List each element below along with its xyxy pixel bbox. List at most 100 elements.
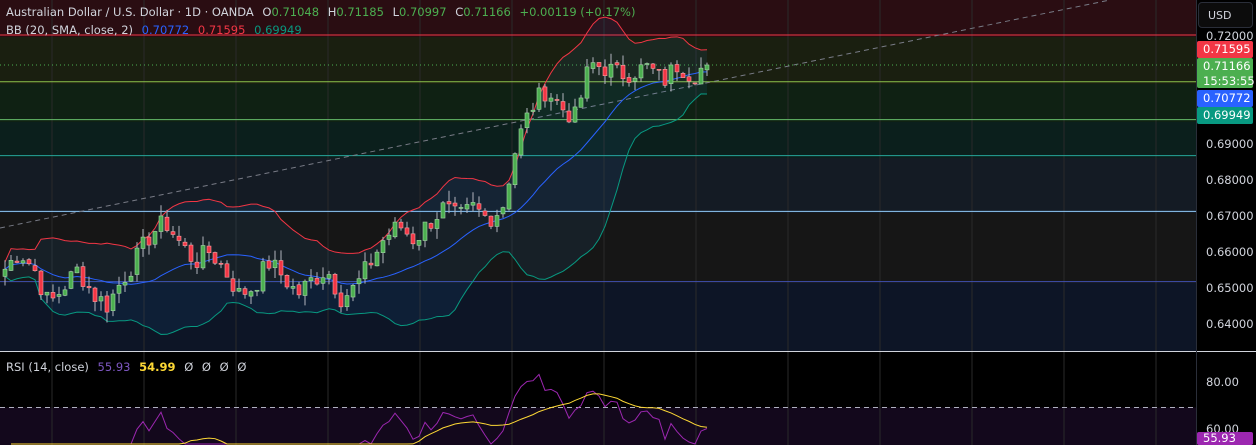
ohlc-low: L0.70997 [393, 5, 447, 19]
candle-down [398, 221, 404, 229]
candle-down [170, 231, 176, 235]
candle-down [278, 260, 284, 276]
candle-up [416, 240, 422, 246]
candle-up [464, 204, 470, 210]
candle-up [110, 293, 116, 312]
candle-down [26, 259, 32, 265]
bb-upper-badge: 0.71595 [1197, 41, 1253, 58]
candle-down [482, 210, 488, 216]
candle-down [560, 101, 566, 111]
candle-down [596, 62, 602, 67]
candle-up [386, 234, 392, 240]
chart-canvas[interactable] [0, 0, 1256, 445]
candle-up [578, 97, 584, 108]
candle-down [656, 69, 662, 71]
price-tick: 0.67000 [1206, 209, 1254, 223]
candle-up [272, 259, 278, 269]
candle-up [458, 207, 464, 209]
bb-basis-value: 0.70772 [141, 23, 190, 37]
candle-up [530, 109, 536, 112]
candle-up [2, 268, 8, 277]
candle-up [308, 277, 314, 282]
ohlc-high: H0.71185 [328, 5, 384, 19]
candle-up [506, 183, 512, 210]
candle-down [242, 288, 248, 295]
last-price-badge: 0.71166 15:53:55 [1197, 58, 1255, 88]
candle-down [206, 245, 212, 254]
rsi-badge: 55.93 [1197, 432, 1253, 445]
candle-up [62, 289, 68, 296]
candle-down [692, 82, 698, 85]
high-value: 0.71185 [336, 5, 384, 19]
candle-up [122, 282, 128, 286]
candle-down [368, 262, 374, 266]
candle-up [236, 288, 242, 292]
candle-up [704, 64, 710, 71]
candle-down [542, 86, 548, 102]
candle-down [230, 278, 236, 292]
candle-down [332, 273, 338, 295]
candle-down [224, 263, 230, 278]
candle-down [266, 260, 272, 269]
candle-down [410, 233, 416, 245]
rsi-empty-value: Ø [237, 360, 247, 374]
candle-up [356, 278, 362, 285]
candle-down [212, 252, 218, 264]
candle-down [164, 216, 170, 231]
ohlc-close: C0.71166 [455, 5, 511, 19]
candle-down [314, 278, 320, 285]
close-value: 0.71166 [463, 5, 511, 19]
candle-up [128, 275, 134, 282]
candle-up [116, 284, 122, 294]
candle-down [620, 65, 626, 80]
candle-down [218, 262, 224, 265]
bb-legend[interactable]: BB (20, SMA, close, 2) 0.70772 0.71595 0… [6, 23, 307, 37]
candle-down [338, 292, 344, 308]
ohlc-open: O0.71048 [262, 5, 319, 19]
candle-up [140, 236, 146, 249]
candle-up [344, 295, 350, 308]
price-tick: 0.66000 [1206, 245, 1254, 259]
candle-up [548, 97, 554, 102]
candle-up [392, 221, 398, 238]
bb-lower-badge: 0.69949 [1197, 107, 1253, 124]
candle-up [638, 64, 644, 79]
candle-down [428, 223, 434, 229]
rsi-tick: 80.00 [1206, 375, 1239, 389]
candle-up [320, 277, 326, 284]
candle-up [362, 261, 368, 280]
candle-up [152, 231, 158, 245]
candle-down [686, 76, 692, 82]
candle-down [194, 261, 200, 268]
candle-up [260, 261, 266, 292]
candle-down [32, 265, 38, 272]
low-value: 0.70997 [398, 5, 447, 19]
candle-down [614, 62, 620, 66]
candle-down [650, 63, 656, 69]
change-value: +0.00119 (+0.17%) [519, 5, 636, 19]
candle-up [44, 291, 50, 296]
candle-up [572, 106, 578, 123]
candle-up [524, 112, 530, 128]
candle-up [326, 274, 332, 279]
candle-down [452, 202, 458, 207]
candle-up [518, 128, 524, 156]
candle-up [20, 260, 26, 264]
candle-up [350, 285, 356, 298]
candle-up [440, 202, 446, 219]
candle-down [146, 236, 152, 246]
candle-down [674, 64, 680, 73]
price-tick: 0.65000 [1206, 281, 1254, 295]
currency-button[interactable]: USD [1198, 2, 1253, 28]
bb-upper-value: 0.71595 [197, 23, 246, 37]
candle-down [86, 286, 92, 289]
candle-down [104, 295, 110, 313]
candle-up [632, 77, 638, 82]
candle-down [38, 270, 44, 296]
rsi-value: 55.93 [97, 360, 131, 374]
bb-lower-value: 0.69949 [254, 23, 302, 37]
candle-down [554, 99, 560, 101]
rsi-legend[interactable]: RSI (14, close) 55.93 54.99 Ø Ø Ø Ø [6, 360, 251, 374]
candle-down [662, 69, 668, 86]
bb-basis-badge: 0.70772 [1197, 90, 1253, 107]
